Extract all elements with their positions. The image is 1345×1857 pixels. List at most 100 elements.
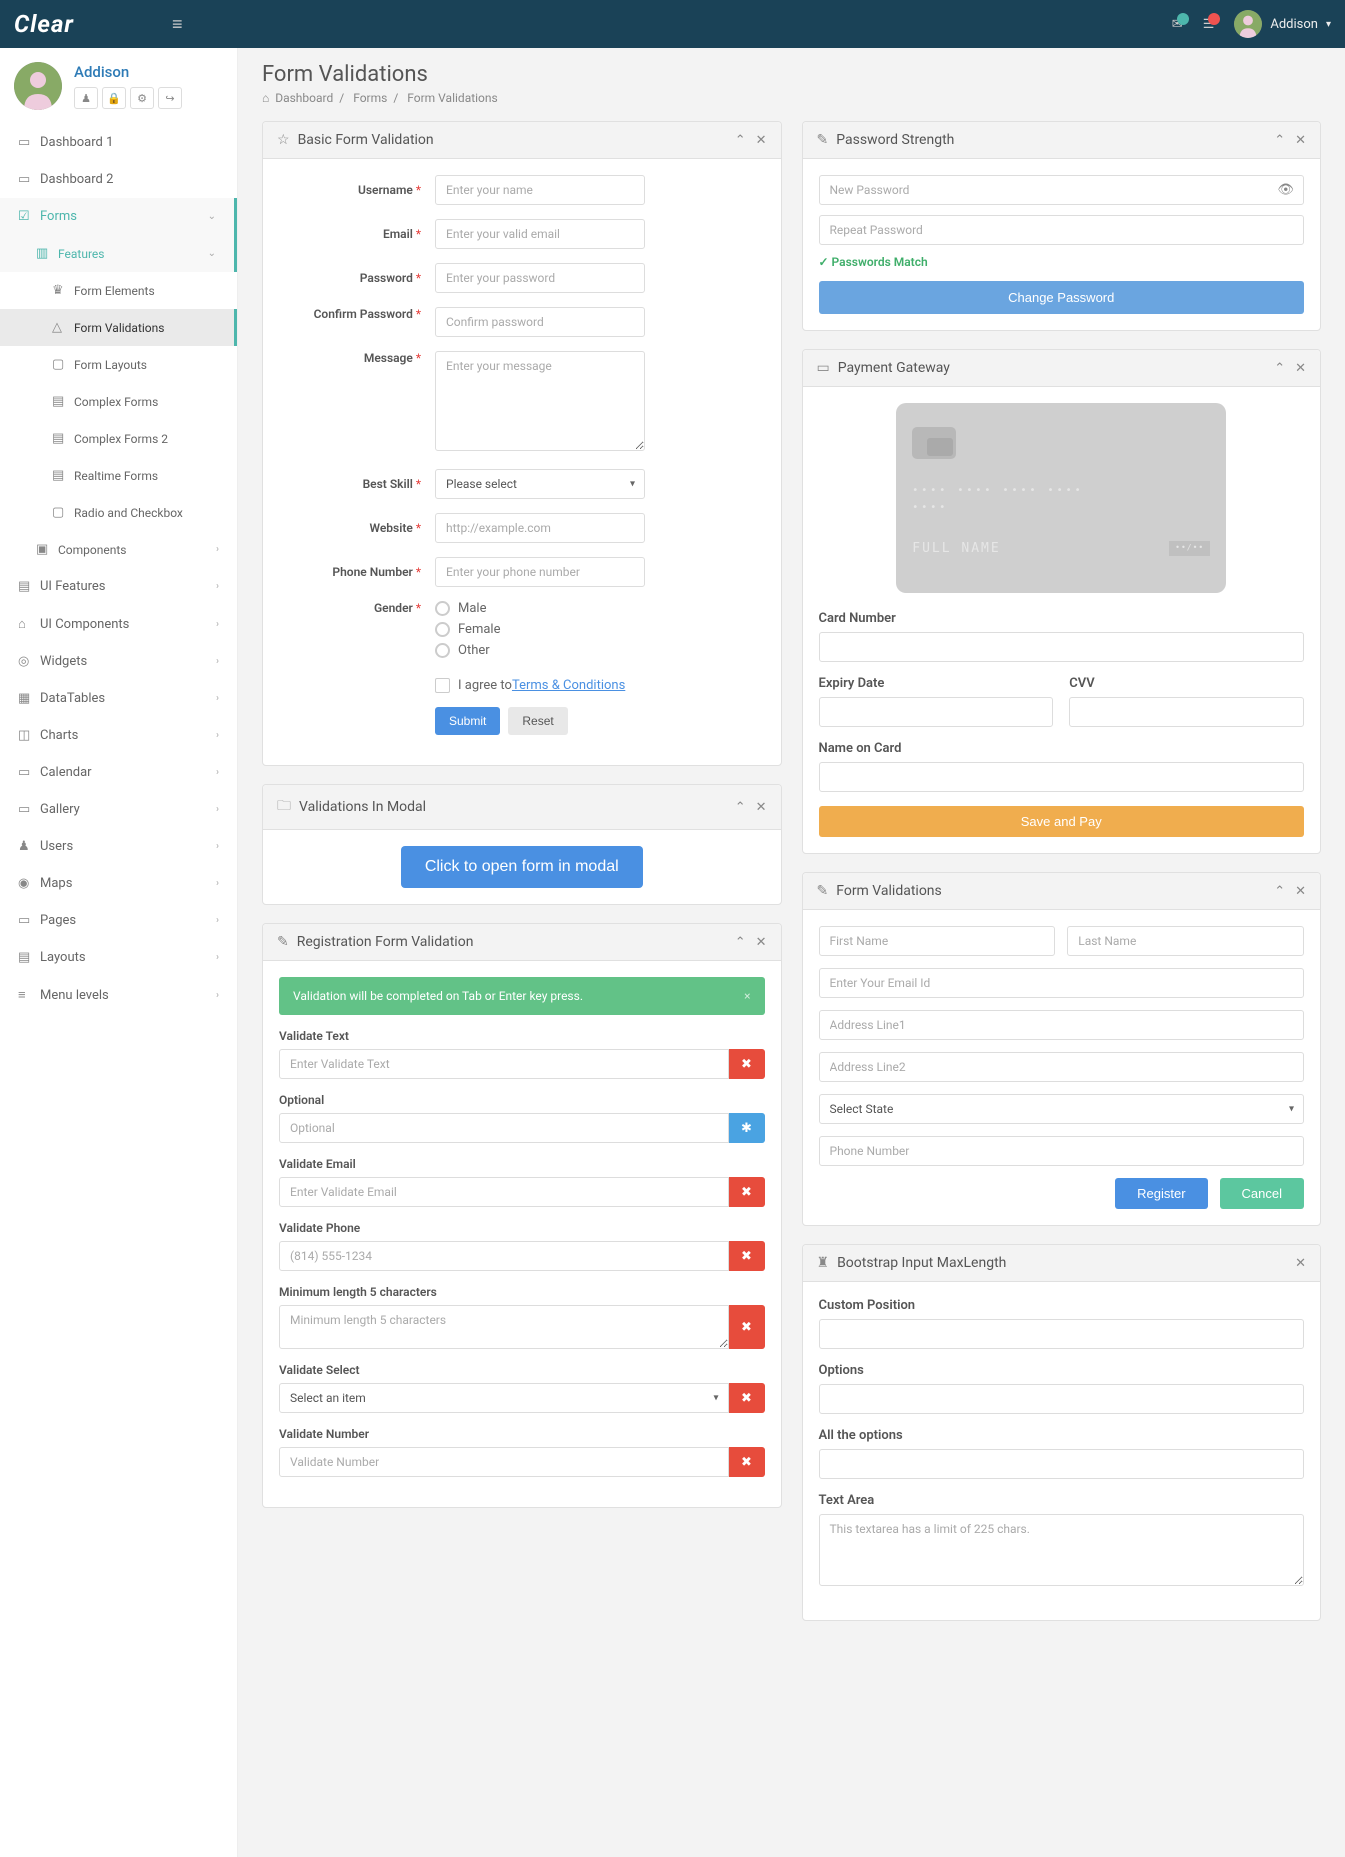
sidebar-item[interactable]: ⌂UI Components› <box>0 605 237 643</box>
collapse-button[interactable]: ⌃ <box>1274 361 1285 376</box>
website-input[interactable] <box>435 513 645 543</box>
submit-button[interactable]: Submit <box>435 707 500 735</box>
name-on-card-input[interactable] <box>819 762 1305 792</box>
user-profile-button[interactable]: ♟ <box>74 87 98 109</box>
sidebar-item[interactable]: ◫Charts› <box>0 717 237 754</box>
change-password-button[interactable]: Change Password <box>819 281 1305 314</box>
phone-number-input[interactable] <box>819 1136 1305 1166</box>
sidebar-item[interactable]: ▤Layouts› <box>0 939 237 976</box>
collapse-button[interactable]: ⌃ <box>735 133 746 148</box>
sidebar-item[interactable]: ≡Menu levels› <box>0 976 237 1014</box>
gender-radio[interactable]: Other <box>435 643 645 658</box>
sidebar-item[interactable]: ♟Users› <box>0 828 237 865</box>
sidebar-item[interactable]: ▭Gallery› <box>0 791 237 828</box>
close-button[interactable]: ✕ <box>756 935 767 950</box>
clear-button[interactable]: ✖ <box>729 1177 765 1207</box>
sidebar-item[interactable]: ▢Form Layouts <box>0 346 237 383</box>
sidebar-item[interactable]: ▭Dashboard 2 <box>0 161 237 198</box>
save-pay-button[interactable]: Save and Pay <box>819 806 1305 837</box>
cancel-button[interactable]: Cancel <box>1220 1178 1304 1209</box>
clear-button[interactable]: ✖ <box>729 1305 765 1349</box>
sidebar-item[interactable]: ▤Complex Forms 2 <box>0 420 237 457</box>
alert-close-button[interactable]: × <box>744 989 750 1003</box>
sidebar-item[interactable]: ☑Forms⌄ <box>0 198 237 235</box>
gender-radio[interactable]: Male <box>435 601 645 616</box>
agree-checkbox-row[interactable]: I agree to Terms & Conditions <box>435 678 645 693</box>
card-number-input[interactable] <box>819 632 1305 662</box>
sidebar-item[interactable]: ▭Calendar› <box>0 754 237 791</box>
confirm-password-input[interactable] <box>435 307 645 337</box>
username-input[interactable] <box>435 175 645 205</box>
first-name-input[interactable] <box>819 926 1056 956</box>
gender-radio[interactable]: Female <box>435 622 645 637</box>
crumb-forms[interactable]: Forms <box>353 91 387 105</box>
collapse-button[interactable]: ⌃ <box>1274 133 1285 148</box>
close-button[interactable]: ✕ <box>756 800 767 815</box>
close-button[interactable]: ✕ <box>1295 133 1306 148</box>
user-menu[interactable]: Addison ▾ <box>1234 10 1331 38</box>
sidebar-item[interactable]: ▤Complex Forms <box>0 383 237 420</box>
sidebar-item[interactable]: ▭Dashboard 1 <box>0 124 237 161</box>
validate-select[interactable]: Select an item <box>279 1383 729 1413</box>
address1-input[interactable] <box>819 1010 1305 1040</box>
validate-phone-input[interactable] <box>279 1241 729 1271</box>
sidebar-item[interactable]: ▥Features⌄ <box>0 235 237 272</box>
eye-icon[interactable]: 👁 <box>1277 183 1294 198</box>
open-modal-button[interactable]: Click to open form in modal <box>401 846 643 888</box>
terms-link[interactable]: Terms & Conditions <box>512 678 625 693</box>
email-id-input[interactable] <box>819 968 1305 998</box>
options-input[interactable] <box>819 1384 1305 1414</box>
state-select[interactable]: Select State <box>819 1094 1305 1124</box>
sidebar-item[interactable]: ▣Components› <box>0 531 237 568</box>
sidebar-item[interactable]: △Form Validations <box>0 309 237 346</box>
clear-button[interactable]: ✖ <box>729 1383 765 1413</box>
close-button[interactable]: ✕ <box>1295 884 1306 899</box>
clear-button[interactable]: ✖ <box>729 1049 765 1079</box>
close-button[interactable]: ✕ <box>1295 361 1306 376</box>
validate-number-input[interactable] <box>279 1447 729 1477</box>
menu-toggle-button[interactable]: ≡ <box>172 14 183 35</box>
minlen-textarea[interactable] <box>279 1305 729 1349</box>
optional-input[interactable] <box>279 1113 729 1143</box>
collapse-button[interactable]: ⌃ <box>735 800 746 815</box>
expiry-input[interactable] <box>819 697 1054 727</box>
user-settings-button[interactable]: ⚙ <box>130 87 154 109</box>
user-logout-button[interactable]: ↪ <box>158 87 182 109</box>
sidebar-item[interactable]: ▦DataTables› <box>0 680 237 717</box>
clear-button[interactable]: ✖ <box>729 1447 765 1477</box>
close-button[interactable]: ✕ <box>1295 1256 1306 1271</box>
info-button[interactable]: ✱ <box>729 1113 765 1143</box>
collapse-button[interactable]: ⌃ <box>735 935 746 950</box>
email-input[interactable] <box>435 219 645 249</box>
sidebar-item[interactable]: ◎Widgets› <box>0 643 237 680</box>
sidebar-item[interactable]: ▤UI Features› <box>0 568 237 605</box>
repeat-password-input[interactable] <box>819 215 1305 245</box>
address2-input[interactable] <box>819 1052 1305 1082</box>
cvv-input[interactable] <box>1069 697 1304 727</box>
phone-input[interactable] <box>435 557 645 587</box>
register-button[interactable]: Register <box>1115 1178 1207 1209</box>
tasks-button[interactable]: ☰ <box>1203 17 1215 32</box>
reset-button[interactable]: Reset <box>508 707 567 735</box>
mail-button[interactable]: ✉ <box>1172 17 1183 32</box>
sidebar-item[interactable]: ◉Maps› <box>0 865 237 902</box>
skill-select[interactable]: Please select <box>435 469 645 499</box>
crumb-dashboard[interactable]: Dashboard <box>275 91 333 105</box>
custom-position-input[interactable] <box>819 1319 1305 1349</box>
user-lock-button[interactable]: 🔒 <box>102 87 126 109</box>
clear-button[interactable]: ✖ <box>729 1241 765 1271</box>
new-password-input[interactable] <box>819 175 1305 205</box>
last-name-input[interactable] <box>1067 926 1304 956</box>
sidebar-item[interactable]: ▢Radio and Checkbox <box>0 494 237 531</box>
sidebar-item[interactable]: ▭Pages› <box>0 902 237 939</box>
message-textarea[interactable] <box>435 351 645 451</box>
collapse-button[interactable]: ⌃ <box>1274 884 1285 899</box>
close-button[interactable]: ✕ <box>756 133 767 148</box>
all-options-input[interactable] <box>819 1449 1305 1479</box>
validate-email-input[interactable] <box>279 1177 729 1207</box>
sidebar-item[interactable]: ♛Form Elements <box>0 272 237 309</box>
password-input[interactable] <box>435 263 645 293</box>
sidebar-item[interactable]: ▤Realtime Forms <box>0 457 237 494</box>
maxlength-textarea[interactable] <box>819 1514 1305 1586</box>
validate-text-input[interactable] <box>279 1049 729 1079</box>
